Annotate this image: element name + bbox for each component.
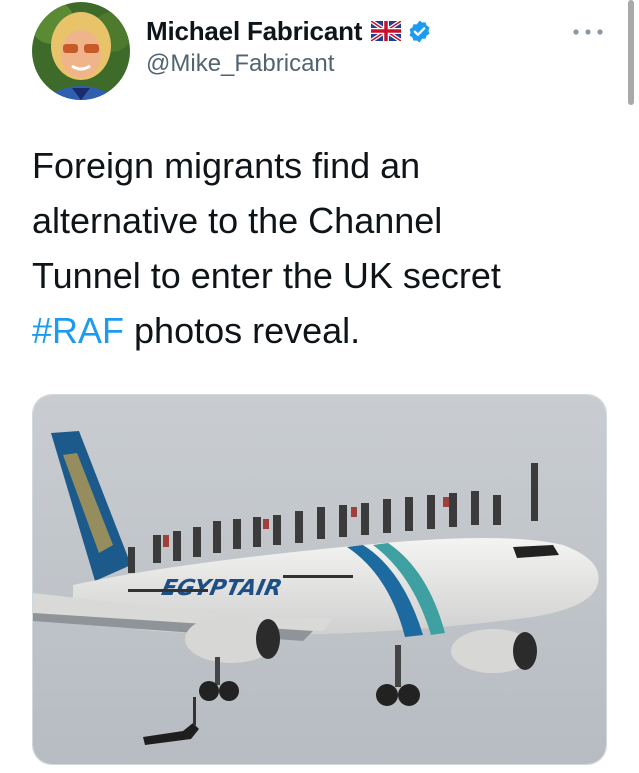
author-avatar[interactable] — [32, 2, 130, 100]
scrollbar-thumb[interactable] — [628, 0, 634, 105]
hashtag-link[interactable]: #RAF — [32, 310, 124, 351]
airplane-photo: EGYPTAIR — [33, 395, 606, 764]
verified-badge-icon — [407, 19, 432, 44]
tweet-card: Michael Fabricant @Mike_Fabricant Foreig… — [0, 0, 639, 773]
author-name-row: Michael Fabricant — [146, 14, 432, 48]
tweet-text-line: Foreign migrants find an — [32, 145, 421, 186]
tweet-media[interactable]: EGYPTAIR — [32, 394, 607, 765]
author-display-name[interactable]: Michael Fabricant — [146, 16, 362, 47]
tweet-text-tail: photos reveal. — [124, 310, 361, 351]
airline-logo-text: EGYPTAIR — [159, 575, 284, 601]
more-options-icon — [573, 29, 603, 35]
author-info: Michael Fabricant @Mike_Fabricant — [146, 14, 432, 78]
author-handle[interactable]: @Mike_Fabricant — [146, 50, 432, 78]
uk-flag-icon — [370, 19, 403, 43]
tweet-text-line: Tunnel to enter the UK secret — [32, 255, 501, 296]
more-options-button[interactable] — [568, 20, 608, 44]
tweet-text: Foreign migrants find an alternative to … — [32, 138, 592, 358]
tweet-text-line: #RAF photos reveal. — [32, 303, 592, 358]
avatar-photo — [32, 2, 130, 100]
tweet-text-line: alternative to the Channel — [32, 200, 443, 241]
